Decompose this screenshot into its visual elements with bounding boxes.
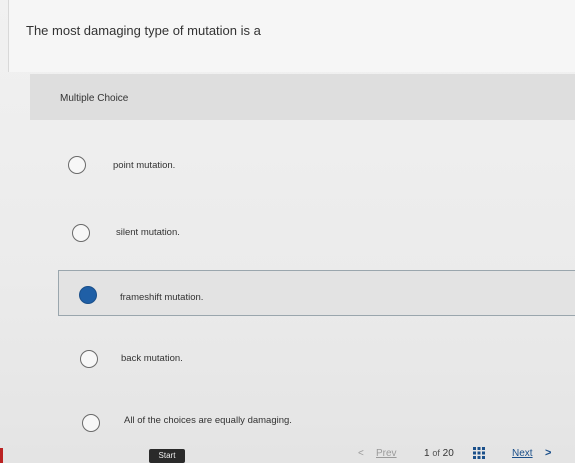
prev-link[interactable]: Prev [376,448,397,459]
chevron-right-icon[interactable]: > [545,447,551,459]
total-pages: 20 [442,448,454,459]
radio-button-selected[interactable] [79,286,97,304]
grid-icon[interactable] [473,447,485,459]
question-type-band: Multiple Choice [30,74,575,120]
question-text: The most damaging type of mutation is a [26,23,261,38]
radio-button[interactable] [80,350,98,368]
quiz-page: The most damaging type of mutation is a … [0,0,575,463]
question-type-label: Multiple Choice [60,93,129,104]
choice-label: frameshift mutation. [120,292,204,303]
choice-label: All of the choices are equally damaging. [124,415,292,426]
choice-option-4[interactable]: back mutation. [58,336,575,382]
radio-button[interactable] [72,224,90,242]
choice-label: point mutation. [113,160,176,171]
current-page: 1 [424,448,430,459]
next-link[interactable]: Next [512,448,533,459]
chevron-left-icon[interactable]: < [358,448,364,459]
of-label: of [432,448,440,458]
radio-button[interactable] [82,414,100,432]
choice-label: back mutation. [121,353,183,364]
start-button[interactable]: Start [149,449,185,463]
footer-nav: Start < Prev 1 of 20 Next > [0,443,575,463]
choice-option-2[interactable]: silent mutation. [58,209,575,255]
choice-option-3[interactable]: frameshift mutation. [58,270,575,316]
choice-label: silent mutation. [116,227,180,238]
question-card: The most damaging type of mutation is a [8,0,575,72]
choice-option-1[interactable]: point mutation. [58,142,575,188]
radio-button[interactable] [68,156,86,174]
page-indicator: 1 of 20 [424,448,454,459]
choice-option-5[interactable]: All of the choices are equally damaging. [58,400,575,446]
